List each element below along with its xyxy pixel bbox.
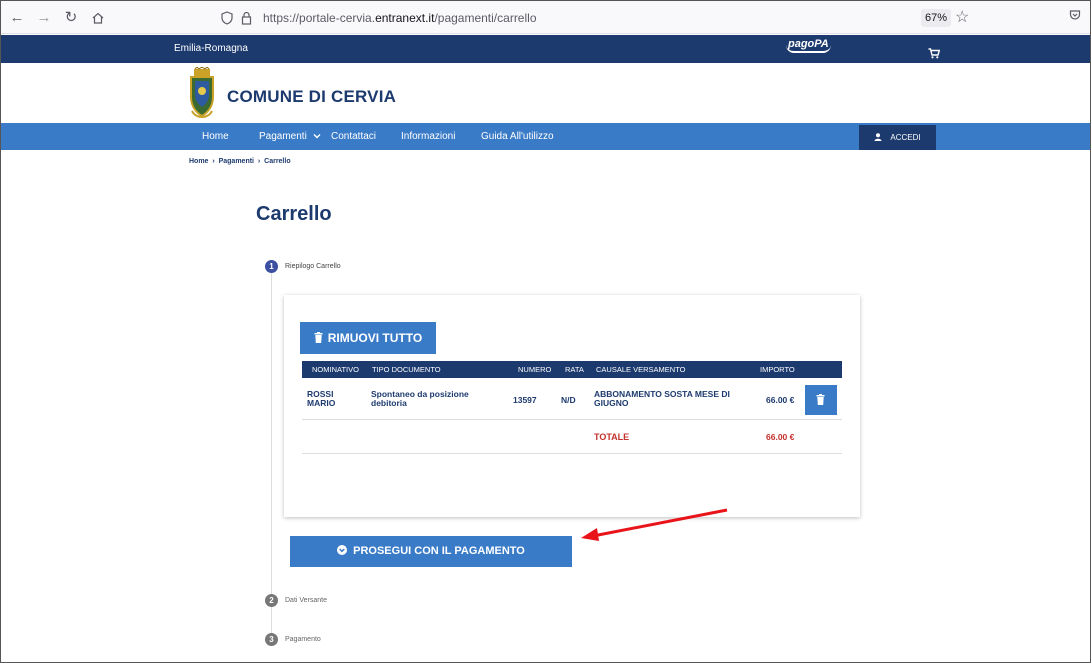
bookmark-star-icon[interactable]: ☆ bbox=[955, 7, 969, 27]
step-2-label: Dati Versante bbox=[285, 597, 328, 604]
chevron-circle-down-icon bbox=[337, 545, 348, 555]
cell-causale-line2: GIUGNO bbox=[594, 398, 629, 408]
breadcrumb-pagamenti[interactable]: Pagamenti bbox=[219, 158, 254, 165]
browser-toolbar: ← → ↻ https://portale-cervia.entranext.i… bbox=[1, 1, 1090, 34]
stepper-line bbox=[271, 272, 272, 642]
address-bar[interactable]: https://portale-cervia.entranext.it/paga… bbox=[211, 6, 1011, 30]
proceed-payment-button[interactable]: PROSEGUI CON IL PAGAMENTO bbox=[290, 536, 572, 567]
brand-bar: COMUNE DI CERVIA bbox=[1, 63, 1090, 123]
back-icon[interactable]: ← bbox=[7, 8, 27, 28]
chevron-down-icon bbox=[313, 134, 321, 139]
trash-icon bbox=[816, 394, 825, 405]
reload-icon[interactable]: ↻ bbox=[61, 8, 81, 28]
url-path: /pagamenti/carrello bbox=[434, 11, 537, 25]
col-causale: CAUSALE VERSAMENTO bbox=[596, 365, 686, 374]
cart-icon[interactable] bbox=[928, 46, 941, 64]
breadcrumb-carrello: Carrello bbox=[264, 158, 291, 165]
menu-item-pagamenti[interactable]: Pagamenti bbox=[259, 131, 321, 142]
cart-table-header: NOMINATIVO TIPO DOCUMENTO NUMERO RATA CA… bbox=[302, 361, 842, 378]
proceed-label: PROSEGUI CON IL PAGAMENTO bbox=[353, 545, 525, 557]
forward-icon[interactable]: → bbox=[34, 8, 54, 28]
login-button[interactable]: ACCEDI bbox=[859, 125, 936, 150]
breadcrumb-separator-icon: › bbox=[255, 158, 263, 165]
cell-rata: N/D bbox=[561, 395, 576, 405]
pocket-icon[interactable] bbox=[1069, 9, 1081, 24]
main-menu: Home Pagamenti Contattaci Informazioni G… bbox=[1, 123, 1090, 150]
step-3-number: 3 bbox=[265, 633, 278, 646]
row-divider bbox=[302, 419, 842, 420]
cell-nominativo: ROSSI MARIO bbox=[307, 390, 335, 408]
top-header: Emilia-Romagna pagoPA bbox=[1, 35, 1090, 63]
zoom-level[interactable]: 67% bbox=[921, 9, 951, 27]
login-label: ACCEDI bbox=[890, 133, 921, 142]
trash-icon bbox=[314, 332, 323, 343]
menu-item-contattaci[interactable]: Contattaci bbox=[331, 131, 376, 142]
remove-all-button[interactable]: RIMUOVI TUTTO bbox=[300, 322, 436, 354]
remove-item-button[interactable] bbox=[805, 385, 837, 415]
home-icon[interactable] bbox=[88, 8, 108, 28]
col-rata: RATA bbox=[565, 365, 584, 374]
url-prefix: https://portale-cervia. bbox=[263, 11, 376, 25]
menu-item-pagamenti-label: Pagamenti bbox=[259, 131, 307, 142]
pagopa-logo[interactable]: pagoPA bbox=[786, 38, 831, 53]
annotation-arrow-icon bbox=[581, 508, 728, 541]
step-1-number: 1 bbox=[265, 260, 278, 273]
total-divider bbox=[302, 453, 842, 454]
col-tipo-documento: TIPO DOCUMENTO bbox=[372, 365, 441, 374]
region-link[interactable]: Emilia-Romagna bbox=[174, 43, 248, 54]
cell-importo: 66.00 € bbox=[766, 395, 795, 405]
url-text[interactable]: https://portale-cervia.entranext.it/paga… bbox=[263, 6, 537, 30]
cell-tipo-line2: debitoria bbox=[371, 398, 407, 408]
step-2-number: 2 bbox=[265, 594, 278, 607]
step-3-label: Pagamento bbox=[285, 636, 321, 643]
menu-item-guida[interactable]: Guida All'utilizzo bbox=[481, 131, 554, 142]
breadcrumb-home[interactable]: Home bbox=[189, 158, 208, 165]
breadcrumb-separator-icon: › bbox=[210, 158, 217, 165]
col-importo: IMPORTO bbox=[760, 365, 795, 374]
menu-item-informazioni[interactable]: Informazioni bbox=[401, 131, 455, 142]
total-label: TOTALE bbox=[594, 432, 630, 442]
url-domain: entranext.it bbox=[375, 11, 435, 25]
cell-causale: ABBONAMENTO SOSTA MESE DI GIUGNO bbox=[594, 390, 730, 408]
shield-icon[interactable] bbox=[221, 6, 233, 33]
user-icon bbox=[874, 133, 882, 141]
col-numero: NUMERO bbox=[518, 365, 552, 374]
menu-item-home[interactable]: Home bbox=[202, 131, 229, 142]
lock-icon[interactable] bbox=[241, 6, 252, 33]
step-1-label: Riepilogo Carrello bbox=[285, 263, 341, 270]
city-name[interactable]: COMUNE DI CERVIA bbox=[227, 87, 396, 107]
page-title: Carrello bbox=[256, 203, 332, 225]
city-crest-logo[interactable] bbox=[188, 67, 216, 123]
total-value: 66.00 € bbox=[766, 432, 795, 442]
breadcrumb: Home › Pagamenti › Carrello bbox=[189, 158, 291, 165]
col-nominativo: NOMINATIVO bbox=[312, 365, 359, 374]
remove-all-label: RIMUOVI TUTTO bbox=[327, 331, 423, 345]
cell-numero: 13597 bbox=[513, 395, 537, 405]
cell-nominativo-line2: MARIO bbox=[307, 398, 336, 408]
cell-tipo-documento: Spontaneo da posizione debitoria bbox=[371, 390, 469, 408]
